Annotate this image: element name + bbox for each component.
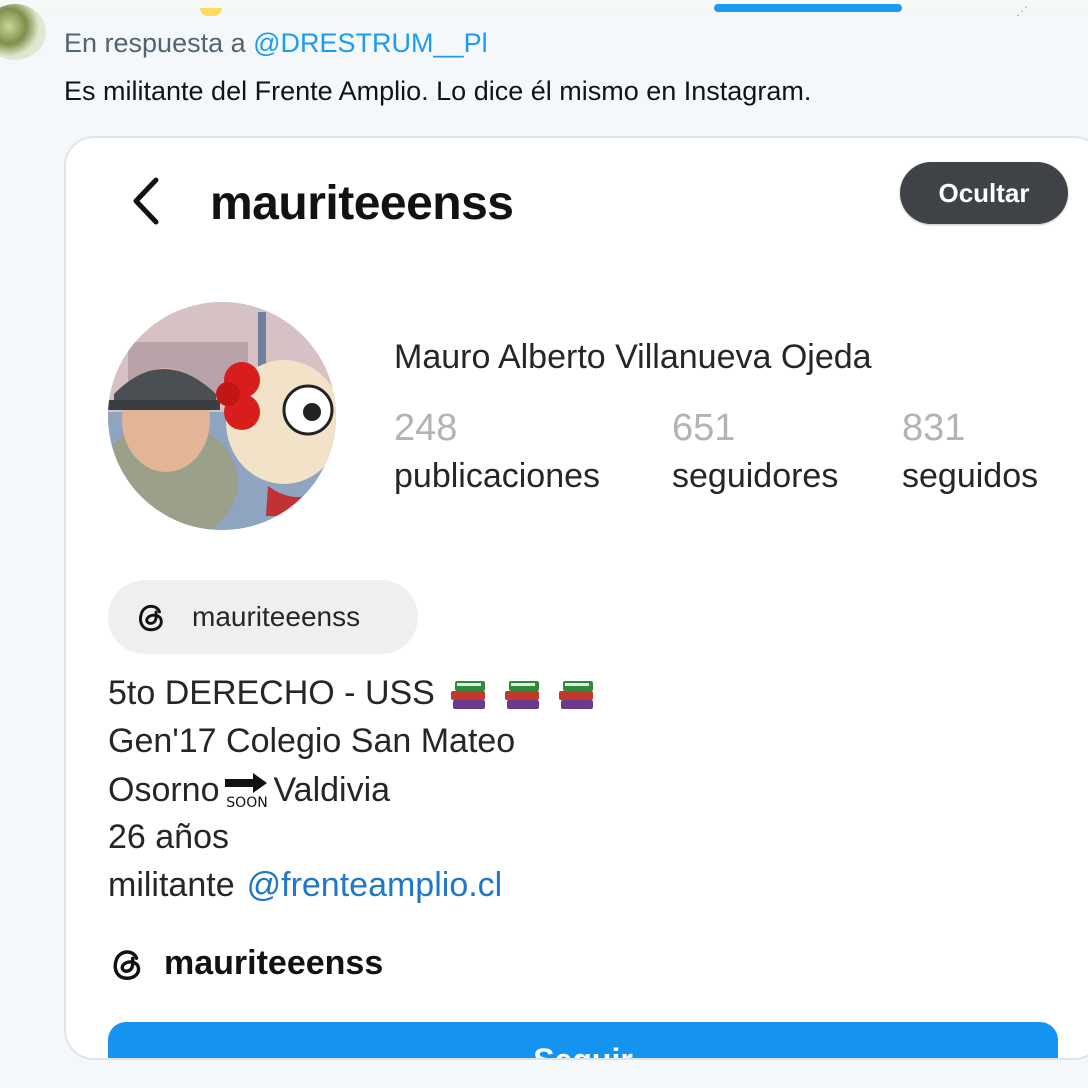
stat-following[interactable]: 831 seguidos — [902, 404, 1038, 500]
bio-line-5: militante @frenteamplio.cl — [108, 866, 502, 905]
bio-line-1-text: 5to DERECHO - USS — [108, 674, 435, 712]
top-strip — [0, 0, 1088, 13]
follow-button[interactable]: Seguir — [108, 1022, 1058, 1058]
stat-followers[interactable]: 651 seguidores — [672, 404, 838, 500]
stat-followers-label: seguidores — [672, 457, 839, 495]
soon-arrow-emoji-icon: SOON — [224, 773, 267, 810]
threads-link-row[interactable]: mauriteeenss — [108, 944, 383, 983]
threads-badge-label: mauriteeenss — [192, 601, 361, 632]
bio-line-5-text: militante — [108, 866, 235, 904]
stat-posts-count: 248 — [394, 407, 458, 449]
svg-text:SOON: SOON — [226, 795, 267, 810]
threads-badge[interactable]: mauriteeenss — [108, 580, 418, 654]
books-emoji-icon — [504, 680, 539, 709]
bio-destination: Valdivia — [273, 770, 391, 809]
stat-posts[interactable]: 248 publicaciones — [394, 404, 600, 500]
threads-link-label: mauriteeenss — [164, 944, 384, 982]
more-icon[interactable]: ⋰ — [1016, 4, 1028, 18]
bio-line-3: Osorno SOON Valdivia — [108, 770, 391, 811]
stat-following-label: seguidos — [902, 457, 1039, 495]
bio-mention-link[interactable]: @frenteamplio.cl — [247, 866, 503, 905]
threads-icon — [139, 604, 163, 632]
scroll-indicator — [714, 4, 902, 12]
stat-followers-count: 651 — [672, 407, 736, 449]
threads-icon — [113, 949, 141, 980]
back-arrow-icon[interactable] — [126, 174, 170, 228]
bio-line-4: 26 años — [108, 818, 229, 856]
reply-mention-link[interactable]: @DRESTRUM__Pl — [253, 28, 487, 58]
books-emojis — [449, 676, 597, 712]
bio-line-1: 5to DERECHO - USS — [108, 674, 597, 713]
reply-context: En respuesta a @DRESTRUM__Pl — [64, 28, 488, 59]
profile-username-header: mauriteeenss — [210, 177, 514, 230]
tweet-text: Es militante del Frente Amplio. Lo dice … — [64, 76, 812, 106]
reply-prefix: En respuesta a — [64, 28, 246, 58]
stat-following-count: 831 — [902, 407, 966, 449]
books-emoji-icon — [558, 680, 593, 709]
attached-image-card[interactable]: mauriteeenss Ocultar Mauro Alberto Villa… — [64, 136, 1088, 1060]
bio-line-2: Gen'17 Colegio San Mateo — [108, 722, 516, 760]
hide-button[interactable]: Ocultar — [900, 162, 1068, 224]
books-emoji-icon — [450, 680, 485, 709]
profile-picture[interactable] — [108, 302, 336, 530]
profile-display-name: Mauro Alberto Villanueva Ojeda — [394, 338, 872, 376]
emoji-fragment — [200, 8, 222, 16]
bio-origin: Osorno — [108, 770, 220, 809]
stat-posts-label: publicaciones — [394, 457, 601, 495]
